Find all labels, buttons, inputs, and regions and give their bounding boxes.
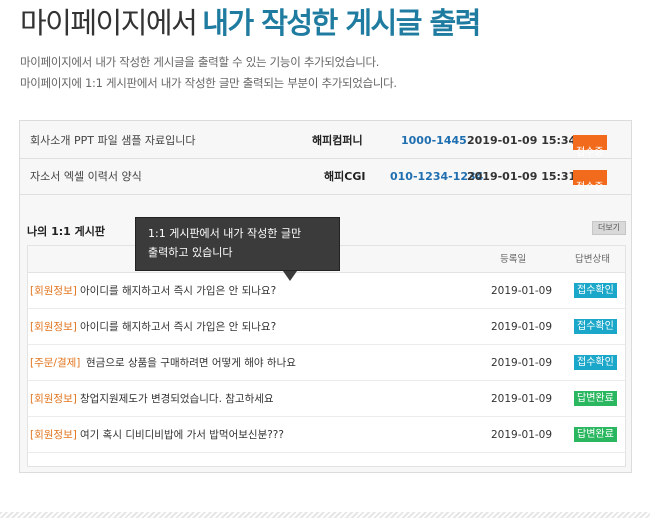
page-title: 마이페이지에서 내가 작성한 게시글 출력 bbox=[20, 0, 481, 42]
page-title-bold: 내가 작성한 게시글 출력 bbox=[202, 6, 481, 40]
row-date: 2019-01-09 bbox=[491, 393, 553, 405]
request-phone: 1000-1445 bbox=[401, 134, 467, 147]
tooltip-line-2: 출력하고 있습니다 bbox=[148, 246, 233, 259]
status-badge: 접수중 bbox=[573, 170, 607, 193]
row-subject[interactable]: 현금으로 상품을 구매하려면 어떻게 해야 하나요 bbox=[86, 345, 296, 381]
description-line-1: 마이페이지에서 내가 작성한 게시글을 출력할 수 있는 기능이 추가되었습니다… bbox=[20, 55, 380, 69]
row-category: [회원정보] bbox=[30, 429, 77, 441]
row-category: [주문/결제] bbox=[30, 357, 81, 369]
row-category: [회원정보] bbox=[30, 393, 77, 405]
row-date: 2019-01-09 bbox=[491, 429, 553, 441]
row-subject[interactable]: 창업지원제도가 변경되었습니다. 참고하세요 bbox=[80, 381, 274, 417]
section-title: 나의 1:1 게시판 bbox=[27, 225, 105, 238]
status-badge: 접수확인 bbox=[574, 355, 617, 370]
table-row[interactable]: [주문/결제] 현금으로 상품을 구매하려면 어떻게 해야 하나요 2019-0… bbox=[28, 345, 625, 381]
row-subject[interactable]: 아이디를 해지하고서 즉시 가입은 안 되나요? bbox=[80, 273, 276, 309]
page-title-light: 마이페이지에서 bbox=[20, 6, 198, 40]
row-category: [회원정보] bbox=[30, 285, 77, 297]
table-row[interactable]: [회원정보] 아이디를 해지하고서 즉시 가입은 안 되나요? 2019-01-… bbox=[28, 309, 625, 345]
status-badge: 접수확인 bbox=[574, 283, 617, 298]
row-category: [회원정보] bbox=[30, 321, 77, 333]
request-title[interactable]: 회사소개 PPT 파일 샘플 자료입니다 bbox=[30, 123, 196, 159]
request-title[interactable]: 자소서 엑셀 이력서 양식 bbox=[30, 159, 142, 195]
row-subject[interactable]: 아이디를 해지하고서 즉시 가입은 안 되나요? bbox=[80, 309, 276, 345]
request-row[interactable]: 회사소개 PPT 파일 샘플 자료입니다 해피컴퍼니 1000-1445 201… bbox=[20, 123, 631, 159]
status-badge: 접수중 bbox=[573, 135, 607, 158]
mypage-panel: 회사소개 PPT 파일 샘플 자료입니다 해피컴퍼니 1000-1445 201… bbox=[19, 120, 632, 473]
tooltip: 1:1 게시판에서 내가 작성한 글만 출력하고 있습니다 bbox=[135, 217, 340, 271]
tooltip-line-1: 1:1 게시판에서 내가 작성한 글만 bbox=[148, 227, 302, 240]
description-line-2: 마이페이지에 1:1 게시판에서 내가 작성한 글만 출력되는 부분이 추가되었… bbox=[20, 76, 397, 90]
status-badge: 답변완료 bbox=[574, 391, 617, 406]
request-company: 해피CGI bbox=[324, 170, 366, 183]
more-button[interactable]: 더보기 bbox=[592, 221, 626, 235]
table-row[interactable]: [회원정보] 여기 혹시 디비디비밥에 가서 밥먹어보신분??? 2019-01… bbox=[28, 417, 625, 453]
status-badge: 접수확인 bbox=[574, 319, 617, 334]
row-date: 2019-01-09 bbox=[491, 357, 553, 369]
row-date: 2019-01-09 bbox=[491, 321, 553, 333]
status-badge: 답변완료 bbox=[574, 427, 617, 442]
col-status-header: 답변상태 bbox=[575, 254, 610, 265]
table-row[interactable]: [회원정보] 아이디를 해지하고서 즉시 가입은 안 되나요? 2019-01-… bbox=[28, 273, 625, 309]
tooltip-arrow bbox=[283, 271, 297, 281]
row-subject[interactable]: 여기 혹시 디비디비밥에 가서 밥먹어보신분??? bbox=[80, 417, 284, 453]
row-date: 2019-01-09 bbox=[491, 285, 553, 297]
table-row[interactable]: [회원정보] 창업지원제도가 변경되었습니다. 참고하세요 2019-01-09… bbox=[28, 381, 625, 417]
col-date-header: 등록일 bbox=[500, 254, 527, 265]
divider bbox=[0, 512, 650, 518]
request-company: 해피컴퍼니 bbox=[312, 134, 363, 147]
request-row[interactable]: 자소서 엑셀 이력서 양식 해피CGI 010-1234-1234 2019-0… bbox=[20, 159, 631, 195]
board-table: 등록일 답변상태 [회원정보] 아이디를 해지하고서 즉시 가입은 안 되나요?… bbox=[27, 245, 626, 467]
